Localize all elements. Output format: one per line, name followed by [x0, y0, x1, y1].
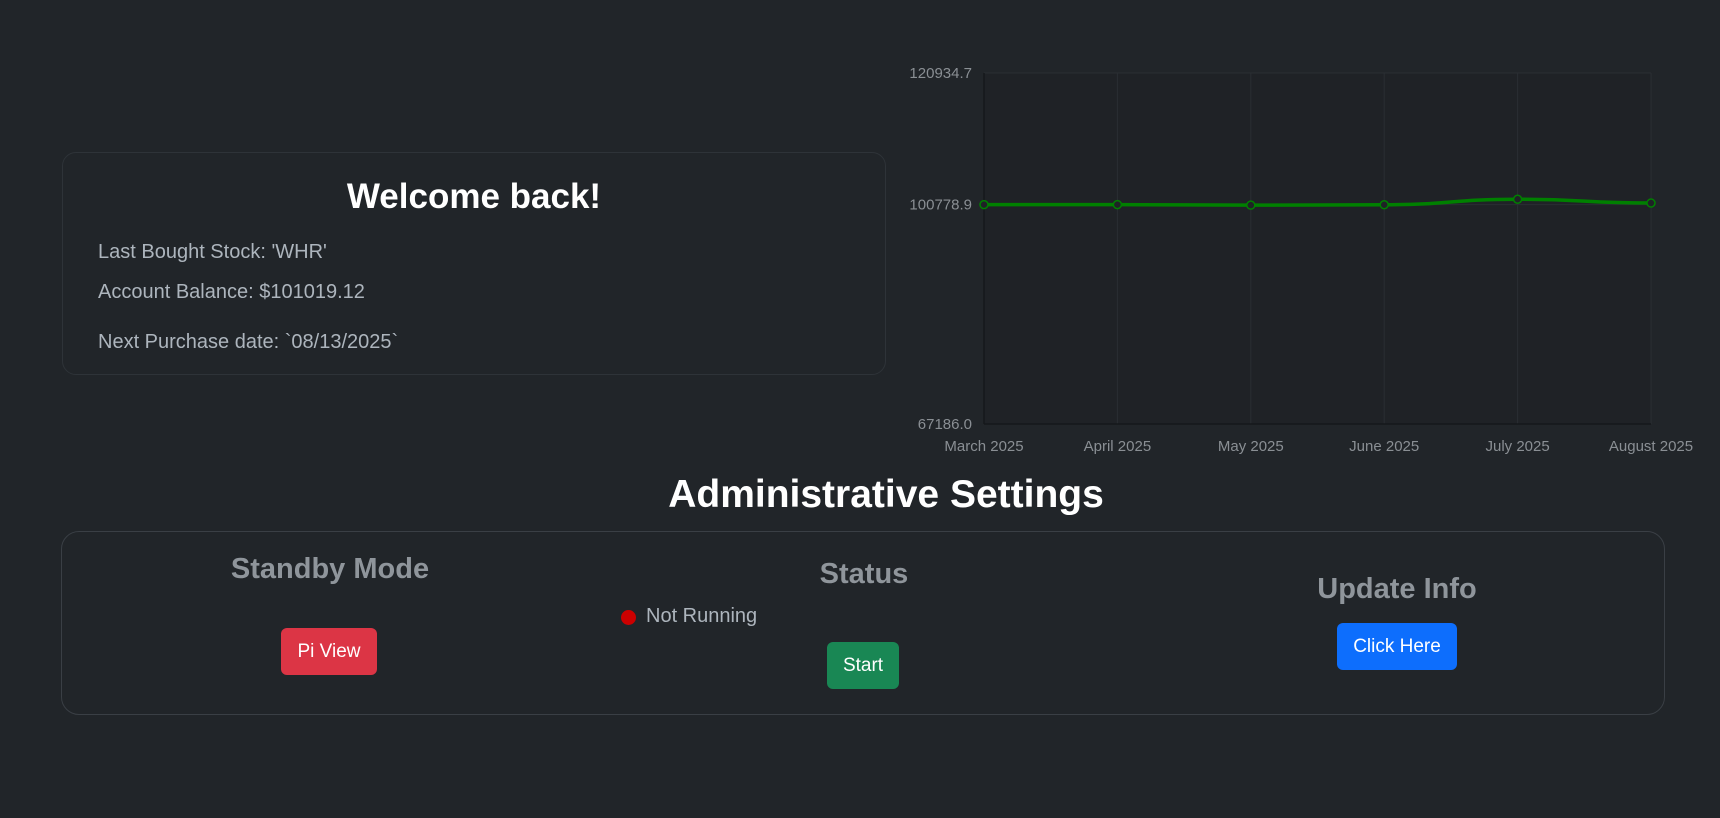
update-info-title: Update Info	[1317, 573, 1477, 605]
chart-plot-area	[984, 73, 1651, 424]
chart-y-tick-label: 67186.0	[918, 416, 972, 433]
chart-x-tick-label: April 2025	[1084, 438, 1152, 455]
chart-x-tick-label: July 2025	[1485, 438, 1549, 455]
chart-data-point	[1379, 199, 1389, 210]
status-title: Status	[819, 558, 909, 590]
balance-chart: 120934.7 100778.9 67186.0 March 2025 April 2…	[909, 65, 1693, 455]
admin-title: Administrative Settings	[668, 473, 1104, 516]
chart-x-tick-label: March 2025	[944, 438, 1023, 455]
chart-x-tick-label: May 2025	[1218, 438, 1284, 455]
chart-data-point	[1246, 200, 1256, 210]
start-button[interactable]: Start	[827, 642, 899, 689]
pi-view-button[interactable]: Pi View	[281, 628, 377, 675]
chart-data-point	[1512, 194, 1523, 205]
status-state-text: Not Running	[646, 605, 758, 627]
chart-y-tick-label: 100778.9	[909, 197, 972, 214]
standby-mode-title: Standby Mode	[230, 553, 430, 585]
chart-data-point	[979, 199, 989, 210]
status-indicator-dot	[621, 610, 636, 625]
chart-y-tick-label: 120934.7	[909, 65, 972, 82]
chart-x-tick-label: August 2025	[1609, 438, 1693, 455]
chart-x-tick-label: June 2025	[1349, 438, 1419, 455]
click-here-button[interactable]: Click Here	[1337, 623, 1457, 670]
chart-data-point	[1646, 198, 1656, 208]
admin-panel: Standby Mode Pi View Status Not Running …	[61, 531, 1665, 715]
chart-data-point	[1112, 199, 1123, 210]
